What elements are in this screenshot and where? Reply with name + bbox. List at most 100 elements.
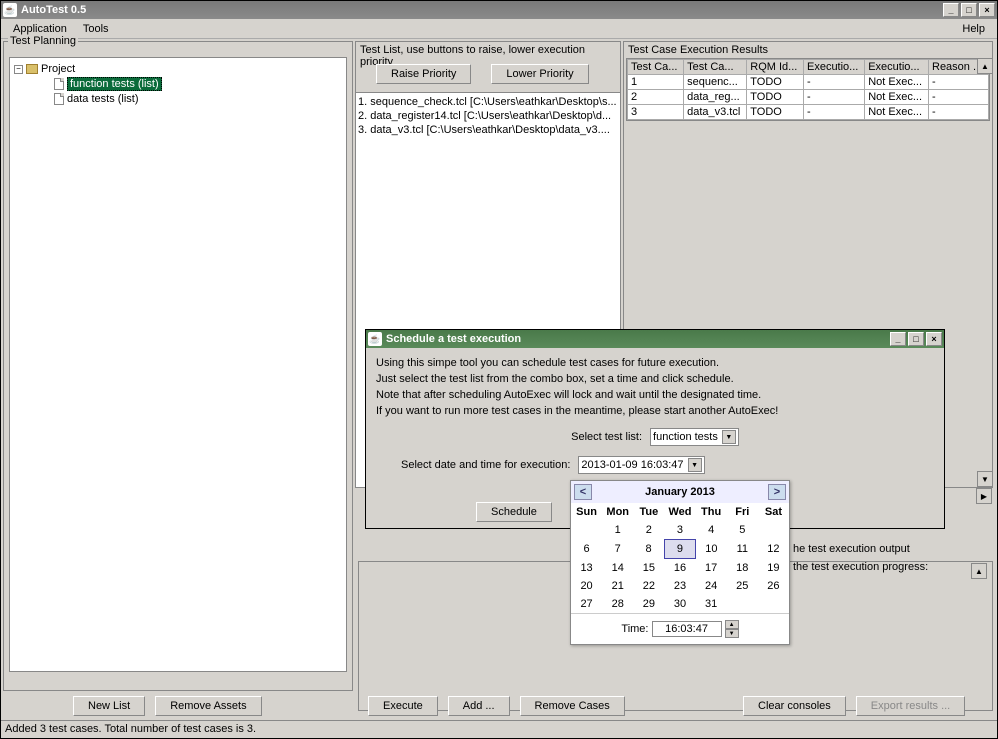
chevron-down-icon[interactable]: ▼ — [722, 430, 736, 444]
calendar-day[interactable]: 2 — [633, 521, 664, 540]
table-row[interactable]: 3data_v3.tclTODO-Not Exec...- — [628, 105, 989, 120]
clear-consoles-button[interactable]: Clear consoles — [743, 696, 846, 716]
results-title: Test Case Execution Results — [628, 44, 768, 56]
raise-priority-button[interactable]: Raise Priority — [376, 64, 471, 84]
col-header[interactable]: Executio... — [865, 60, 929, 75]
time-input[interactable] — [652, 621, 722, 637]
menubar: Application Tools Help — [1, 19, 997, 39]
scroll-up-icon[interactable]: ▲ — [977, 58, 993, 74]
calendar-day[interactable]: 27 — [571, 595, 602, 613]
dialog-titlebar[interactable]: ☕ Schedule a test execution _ □ × — [366, 330, 944, 348]
scroll-up-icon[interactable]: ▲ — [971, 563, 987, 579]
col-header[interactable]: Test Ca... — [628, 60, 684, 75]
lower-priority-button[interactable]: Lower Priority — [491, 64, 588, 84]
calendar-day[interactable]: 22 — [633, 577, 664, 595]
output-tab[interactable]: he test execution output — [793, 543, 910, 555]
col-header[interactable]: Executio... — [803, 60, 864, 75]
calendar-day[interactable]: 11 — [727, 540, 758, 559]
test-planning-panel: Test Planning − Project function tests (… — [3, 41, 353, 691]
window-title: AutoTest 0.5 — [21, 4, 86, 16]
calendar-day[interactable]: 3 — [664, 521, 695, 540]
list-item[interactable]: 2. data_register14.tcl [C:\Users\eathkar… — [358, 109, 618, 123]
calendar-day[interactable]: 29 — [633, 595, 664, 613]
test-list-combo[interactable]: function tests ▼ — [650, 428, 739, 446]
dialog-text: Just select the test list from the combo… — [376, 372, 934, 386]
calendar-day[interactable]: 12 — [758, 540, 789, 559]
remove-assets-button[interactable]: Remove Assets — [155, 696, 261, 716]
calendar-day[interactable]: 25 — [727, 577, 758, 595]
list-item[interactable]: 1. sequence_check.tcl [C:\Users\eathkar\… — [358, 95, 618, 109]
calendar-day[interactable]: 8 — [633, 540, 664, 559]
scroll-down-icon[interactable]: ▼ — [977, 471, 993, 487]
main-titlebar: ☕ AutoTest 0.5 _ □ × — [1, 1, 997, 19]
tree-item[interactable]: function tests (list) — [14, 76, 342, 92]
results-table[interactable]: Test Ca... Test Ca... RQM Id... Executio… — [626, 58, 990, 121]
calendar-next-button[interactable]: > — [768, 484, 786, 500]
calendar-day-selected[interactable]: 9 — [664, 540, 695, 559]
status-bar: Added 3 test cases. Total number of test… — [1, 720, 997, 738]
table-row[interactable]: 2data_reg...TODO-Not Exec...- — [628, 90, 989, 105]
calendar-day[interactable]: 13 — [571, 559, 602, 578]
project-tree[interactable]: − Project function tests (list) data tes… — [9, 57, 347, 672]
calendar-day[interactable]: 14 — [602, 559, 633, 578]
progress-label: the test execution progress: — [793, 561, 928, 573]
calendar-day[interactable]: 30 — [664, 595, 695, 613]
datetime-combo[interactable]: 2013-01-09 16:03:47 ▼ — [578, 456, 704, 474]
dialog-title: Schedule a test execution — [386, 333, 521, 345]
menu-tools[interactable]: Tools — [75, 21, 117, 37]
calendar-day[interactable]: 23 — [664, 577, 695, 595]
java-icon: ☕ — [3, 3, 17, 17]
spinner-down-icon[interactable]: ▼ — [725, 629, 739, 638]
close-button[interactable]: × — [979, 3, 995, 17]
dialog-minimize-button[interactable]: _ — [890, 332, 906, 346]
calendar-day[interactable]: 26 — [758, 577, 789, 595]
tree-item-label: function tests (list) — [67, 77, 162, 91]
calendar-day[interactable]: 31 — [696, 595, 727, 613]
calendar-title: January 2013 — [645, 486, 715, 498]
calendar-day[interactable]: 20 — [571, 577, 602, 595]
calendar-day[interactable]: 28 — [602, 595, 633, 613]
calendar-day[interactable]: 5 — [727, 521, 758, 540]
list-item[interactable]: 3. data_v3.tcl [C:\Users\eathkar\Desktop… — [358, 123, 618, 137]
tree-item[interactable]: data tests (list) — [14, 92, 342, 106]
select-datetime-label: Select date and time for execution: — [401, 459, 570, 471]
export-results-button[interactable]: Export results ... — [856, 696, 965, 716]
calendar-day[interactable]: 18 — [727, 559, 758, 578]
col-header[interactable]: Test Ca... — [684, 60, 747, 75]
select-list-label: Select test list: — [571, 431, 642, 443]
execute-button[interactable]: Execute — [368, 696, 438, 716]
scroll-right-icon[interactable]: ▶ — [976, 488, 992, 504]
calendar-day[interactable]: 16 — [664, 559, 695, 578]
calendar-day[interactable]: 7 — [602, 540, 633, 559]
col-header[interactable]: RQM Id... — [747, 60, 804, 75]
calendar-day[interactable]: 4 — [696, 521, 727, 540]
calendar-day[interactable]: 17 — [696, 559, 727, 578]
schedule-button[interactable]: Schedule — [476, 502, 552, 522]
calendar-popup: < January 2013 > SunMonTueWedThuFriSat 1… — [570, 480, 790, 645]
expander-icon[interactable]: − — [14, 65, 23, 74]
dialog-close-button[interactable]: × — [926, 332, 942, 346]
menu-help[interactable]: Help — [954, 21, 993, 37]
add-button[interactable]: Add ... — [448, 696, 510, 716]
calendar-day[interactable]: 15 — [633, 559, 664, 578]
remove-cases-button[interactable]: Remove Cases — [520, 696, 625, 716]
file-icon — [54, 93, 64, 105]
calendar-day[interactable]: 24 — [696, 577, 727, 595]
calendar-grid: SunMonTueWedThuFriSat 12345 6789101112 1… — [571, 503, 789, 613]
combo-value: 2013-01-09 16:03:47 — [581, 459, 683, 471]
tree-root-label: Project — [41, 63, 75, 75]
calendar-day[interactable]: 19 — [758, 559, 789, 578]
calendar-day[interactable]: 1 — [602, 521, 633, 540]
table-row[interactable]: 1sequenc...TODO-Not Exec...- — [628, 75, 989, 90]
calendar-day[interactable]: 21 — [602, 577, 633, 595]
calendar-prev-button[interactable]: < — [574, 484, 592, 500]
calendar-day[interactable]: 10 — [696, 540, 727, 559]
maximize-button[interactable]: □ — [961, 3, 977, 17]
minimize-button[interactable]: _ — [943, 3, 959, 17]
dialog-maximize-button[interactable]: □ — [908, 332, 924, 346]
new-list-button[interactable]: New List — [73, 696, 145, 716]
calendar-day[interactable]: 6 — [571, 540, 602, 559]
spinner-up-icon[interactable]: ▲ — [725, 620, 739, 629]
tree-root[interactable]: − Project — [14, 62, 342, 76]
chevron-down-icon[interactable]: ▼ — [688, 458, 702, 472]
